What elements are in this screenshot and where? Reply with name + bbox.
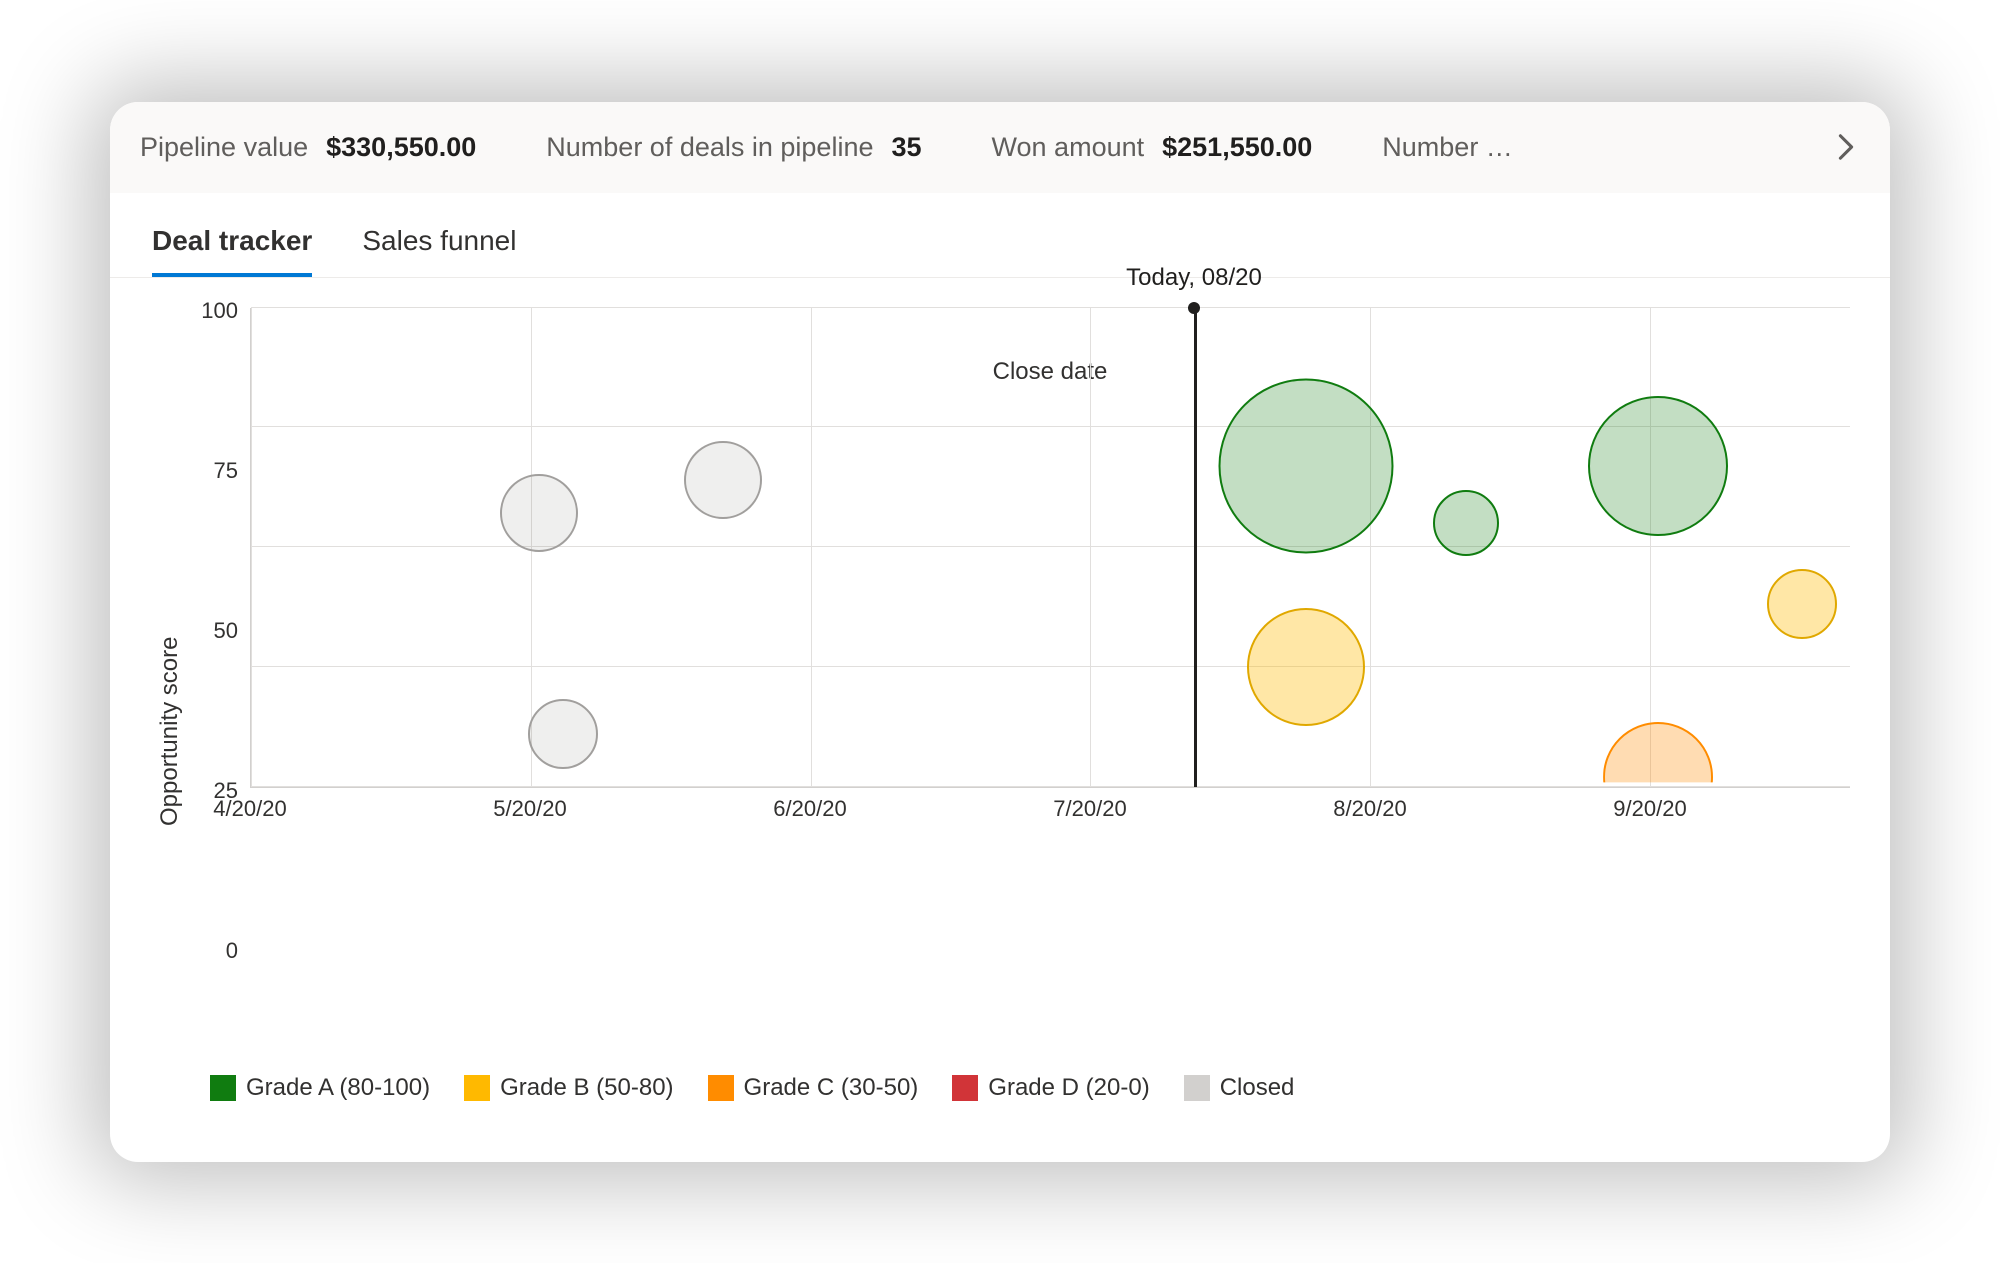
x-tick: 9/20/20 bbox=[1613, 796, 1686, 822]
x-tick: 8/20/20 bbox=[1333, 796, 1406, 822]
today-dot bbox=[1188, 302, 1200, 314]
metric-label: Number of deals in pipeline bbox=[546, 132, 873, 163]
metrics-bar: Pipeline value $330,550.00 Number of dea… bbox=[110, 102, 1890, 193]
metric-label: Pipeline value bbox=[140, 132, 308, 163]
square-icon bbox=[708, 1075, 734, 1101]
deal-bubble[interactable] bbox=[1247, 608, 1365, 726]
deal-bubble[interactable] bbox=[684, 441, 762, 519]
x-tick: 5/20/20 bbox=[493, 796, 566, 822]
deal-bubble[interactable] bbox=[1767, 569, 1837, 639]
bubble-plot[interactable]: Today, 08/20 bbox=[250, 298, 1850, 858]
y-axis-ticks: 100 75 50 25 0 bbox=[190, 298, 250, 1064]
metric-value: $330,550.00 bbox=[326, 132, 476, 163]
y-tick: 100 bbox=[190, 298, 238, 324]
metric-value: 35 bbox=[891, 132, 921, 163]
today-line bbox=[1194, 308, 1197, 787]
metric-label: Number … bbox=[1382, 132, 1513, 163]
deal-bubble[interactable] bbox=[1219, 378, 1394, 553]
today-label: Today, 08/20 bbox=[1126, 264, 1262, 292]
metric-label: Won amount bbox=[992, 132, 1145, 163]
legend-item-grade-b[interactable]: Grade B (50-80) bbox=[464, 1074, 673, 1102]
dashboard-card: Pipeline value $330,550.00 Number of dea… bbox=[110, 102, 1890, 1162]
square-icon bbox=[464, 1075, 490, 1101]
square-icon bbox=[952, 1075, 978, 1101]
tab-deal-tracker[interactable]: Deal tracker bbox=[152, 215, 312, 277]
x-tick: 7/20/20 bbox=[1053, 796, 1126, 822]
chevron-right-icon bbox=[1835, 133, 1857, 161]
tab-sales-funnel[interactable]: Sales funnel bbox=[362, 215, 516, 277]
legend-item-grade-c[interactable]: Grade C (30-50) bbox=[708, 1074, 919, 1102]
x-tick: 4/20/20 bbox=[213, 796, 286, 822]
x-axis-ticks: 4/20/20 5/20/20 6/20/20 7/20/20 8/20/20 … bbox=[250, 796, 1850, 836]
y-tick: 75 bbox=[190, 458, 238, 484]
y-axis-title: Opportunity score bbox=[150, 298, 190, 1064]
square-icon bbox=[210, 1075, 236, 1101]
legend-item-grade-a[interactable]: Grade A (80-100) bbox=[210, 1074, 430, 1102]
metric-value: $251,550.00 bbox=[1162, 132, 1312, 163]
metric-won-amount: Won amount $251,550.00 bbox=[992, 132, 1313, 163]
deal-bubble[interactable] bbox=[1588, 396, 1728, 536]
deal-bubble[interactable] bbox=[1433, 490, 1499, 556]
y-tick: 0 bbox=[190, 938, 238, 964]
plot-inner bbox=[250, 308, 1850, 788]
legend-item-closed[interactable]: Closed bbox=[1184, 1074, 1295, 1102]
metric-next-truncated: Number … bbox=[1382, 132, 1513, 163]
deal-bubble[interactable] bbox=[528, 699, 598, 769]
legend-item-grade-d[interactable]: Grade D (20-0) bbox=[952, 1074, 1149, 1102]
metric-num-deals: Number of deals in pipeline 35 bbox=[546, 132, 921, 163]
metric-pipeline-value: Pipeline value $330,550.00 bbox=[140, 132, 476, 163]
legend: Grade A (80-100) Grade B (50-80) Grade C… bbox=[150, 1064, 1850, 1132]
metrics-scroll-right-button[interactable] bbox=[1832, 133, 1860, 161]
chart-tabs: Deal tracker Sales funnel bbox=[110, 193, 1890, 278]
deal-bubble[interactable] bbox=[500, 474, 578, 552]
square-icon bbox=[1184, 1075, 1210, 1101]
chart-area: Opportunity score 100 75 50 25 0 Today, … bbox=[110, 278, 1890, 1162]
x-tick: 6/20/20 bbox=[773, 796, 846, 822]
y-tick: 50 bbox=[190, 618, 238, 644]
